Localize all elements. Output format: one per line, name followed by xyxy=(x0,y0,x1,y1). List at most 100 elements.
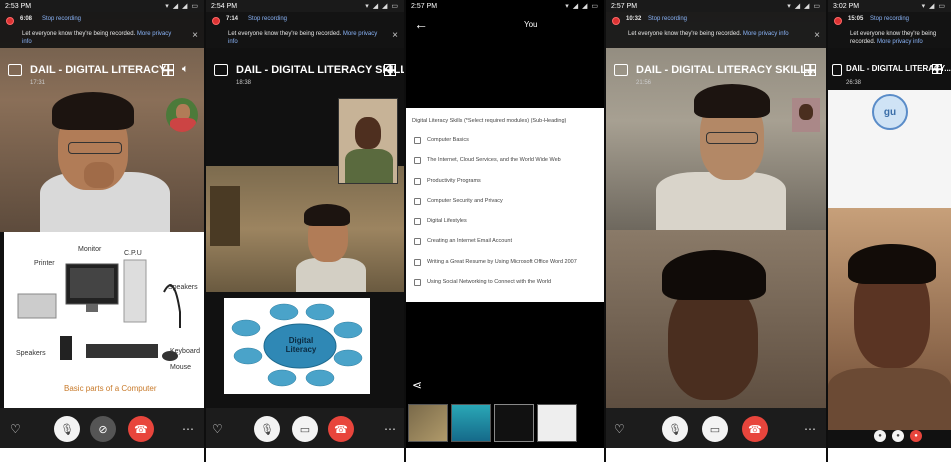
speaker-icon[interactable]: 🔈︎ xyxy=(182,63,189,76)
camera-off-button[interactable]: ⊘ xyxy=(90,416,116,442)
grid-icon[interactable] xyxy=(162,64,174,76)
form-option[interactable]: Computer Basics xyxy=(414,134,469,146)
self-view-thumbnail[interactable] xyxy=(792,98,820,132)
checkbox[interactable] xyxy=(414,278,421,286)
checkbox[interactable] xyxy=(414,258,421,266)
form-option[interactable]: Productivity Programs xyxy=(414,175,481,187)
meeting-duration: 17:31 xyxy=(30,80,46,86)
form-option[interactable]: Writing a Great Resume by Using Microsof… xyxy=(414,256,577,268)
meeting-title: DAIL - DIGITAL LITERACY xyxy=(30,64,167,76)
close-icon[interactable]: × xyxy=(392,30,398,41)
mic-icon: 🎙︎ xyxy=(60,423,74,436)
end-call-icon: ☎︎ xyxy=(334,423,348,436)
end-call-button[interactable]: ☎︎ xyxy=(328,416,354,442)
slide-thumbnail[interactable] xyxy=(537,404,577,442)
diagram-caption: Basic parts of a Computer xyxy=(64,384,157,393)
heart-icon[interactable]: ♡ xyxy=(614,422,625,436)
label-monitor: Monitor xyxy=(78,246,102,253)
checkbox[interactable] xyxy=(414,177,421,185)
stop-recording-link[interactable]: Stop recording xyxy=(870,16,909,22)
avatar-initials: gu xyxy=(883,106,897,118)
camera-off-icon: ⊘ xyxy=(98,423,108,436)
status-bar: 2:53 PM ▾ ◢ ◢ ▭ xyxy=(0,0,204,12)
stop-recording-link[interactable]: Stop recording xyxy=(42,16,81,22)
heart-icon[interactable]: ♡ xyxy=(212,422,223,436)
recording-banner: 6:08 Stop recording Let everyone know th… xyxy=(0,12,204,48)
recording-icon xyxy=(6,17,14,25)
camera-button[interactable]: ▭ xyxy=(702,416,728,442)
stop-recording-link[interactable]: Stop recording xyxy=(248,16,287,22)
checkbox[interactable] xyxy=(414,156,421,164)
participant-video-bottom xyxy=(606,230,826,410)
form-option[interactable]: The Internet, Cloud Services, and the Wo… xyxy=(414,154,561,166)
call-controls: ♡ 🎙︎ ⊘ ☎︎ ⋯ xyxy=(0,408,204,450)
remote-participant-thumbnail[interactable] xyxy=(338,98,398,184)
recording-icon xyxy=(212,17,220,25)
form-option[interactable]: Using Social Networking to Connect with … xyxy=(414,276,551,288)
nav-bar xyxy=(828,448,951,462)
more-icon[interactable]: ⋯ xyxy=(384,422,397,436)
camera-icon: ● xyxy=(896,433,900,439)
status-time: 2:54 PM xyxy=(211,2,238,10)
grid-icon[interactable] xyxy=(804,64,816,76)
self-view-thumbnail[interactable] xyxy=(166,98,198,132)
checkbox[interactable] xyxy=(414,136,421,144)
mic-button[interactable]: ● xyxy=(874,430,886,442)
meeting-duration: 26:38 xyxy=(846,80,862,86)
meeting-header: DAIL - DIGITAL LITERACY 17:31 🔈︎ xyxy=(0,60,204,90)
meeting-header: DAIL - DIGITAL LITERACY SKILL... 18:38 xyxy=(206,60,404,90)
back-arrow-icon[interactable]: ← xyxy=(414,16,428,32)
mic-icon: ● xyxy=(878,433,882,439)
privacy-link[interactable]: More privacy info xyxy=(743,31,789,37)
form-option[interactable]: Digital Lifestyles xyxy=(414,215,467,227)
share-icon[interactable]: ⋖ xyxy=(412,378,422,392)
recording-banner: 15:05 Stop recording Let everyone know t… xyxy=(828,12,951,48)
more-icon[interactable]: ⋯ xyxy=(804,422,817,436)
stop-recording-link[interactable]: Stop recording xyxy=(648,16,687,22)
camera-button[interactable]: ▭ xyxy=(292,416,318,442)
checkbox[interactable] xyxy=(414,237,421,245)
nav-bar xyxy=(206,448,404,462)
end-call-button[interactable]: ● xyxy=(910,430,922,442)
slide-thumbnail[interactable] xyxy=(494,404,534,442)
form-heading: Digital Literacy Skills (*Select require… xyxy=(412,118,567,124)
camera-icon: ▭ xyxy=(709,423,721,436)
chat-icon[interactable] xyxy=(614,64,628,76)
chat-icon[interactable] xyxy=(832,64,842,76)
end-call-button[interactable]: ☎︎ xyxy=(742,416,768,442)
status-icons: ▾ ◢ ◢ ▭ xyxy=(787,3,821,10)
mic-button[interactable]: 🎙︎ xyxy=(254,416,280,442)
recording-time: 6:08 xyxy=(20,16,33,22)
participant-tile-top: gu xyxy=(828,90,951,208)
label-mouse: Mouse xyxy=(170,364,192,371)
checkbox[interactable] xyxy=(414,197,421,205)
participant-video-main xyxy=(206,166,404,292)
slide-thumbnail[interactable] xyxy=(408,404,448,442)
label-keyboard: Keyboard xyxy=(170,348,200,355)
privacy-link[interactable]: More privacy info xyxy=(877,39,923,45)
recording-message: Let everyone know they're being recorded… xyxy=(850,31,937,45)
mic-button[interactable]: 🎙︎ xyxy=(54,416,80,442)
end-call-icon: ☎︎ xyxy=(748,423,762,436)
chat-icon[interactable] xyxy=(8,64,22,76)
form-option[interactable]: Creating an Internet Email Account xyxy=(414,235,512,247)
slide-thumbnail[interactable] xyxy=(451,404,491,442)
camera-button[interactable]: ● xyxy=(892,430,904,442)
grid-icon[interactable] xyxy=(932,64,942,74)
close-icon[interactable]: × xyxy=(192,30,198,41)
grid-icon[interactable] xyxy=(384,64,396,76)
phone-panel-2: 2:54 PM ▾ ◢ ◢ ▭ 7:14 Stop recording Let … xyxy=(206,0,404,462)
end-call-button[interactable]: ☎︎ xyxy=(128,416,154,442)
more-icon[interactable]: ⋯ xyxy=(182,422,195,436)
module-selection-form: Digital Literacy Skills (*Select require… xyxy=(406,108,604,302)
chat-icon[interactable] xyxy=(214,64,228,76)
call-controls: ♡ 🎙︎ ▭ ☎︎ ⋯ xyxy=(606,408,826,450)
heart-icon[interactable]: ♡ xyxy=(10,422,21,436)
end-call-icon: ● xyxy=(914,433,918,439)
form-option[interactable]: Computer Security and Privacy xyxy=(414,195,503,207)
close-icon[interactable]: × xyxy=(814,30,820,41)
mic-button[interactable]: 🎙︎ xyxy=(662,416,688,442)
camera-icon: ▭ xyxy=(299,423,311,436)
call-controls: ● ● ● xyxy=(828,430,951,448)
checkbox[interactable] xyxy=(414,217,421,225)
